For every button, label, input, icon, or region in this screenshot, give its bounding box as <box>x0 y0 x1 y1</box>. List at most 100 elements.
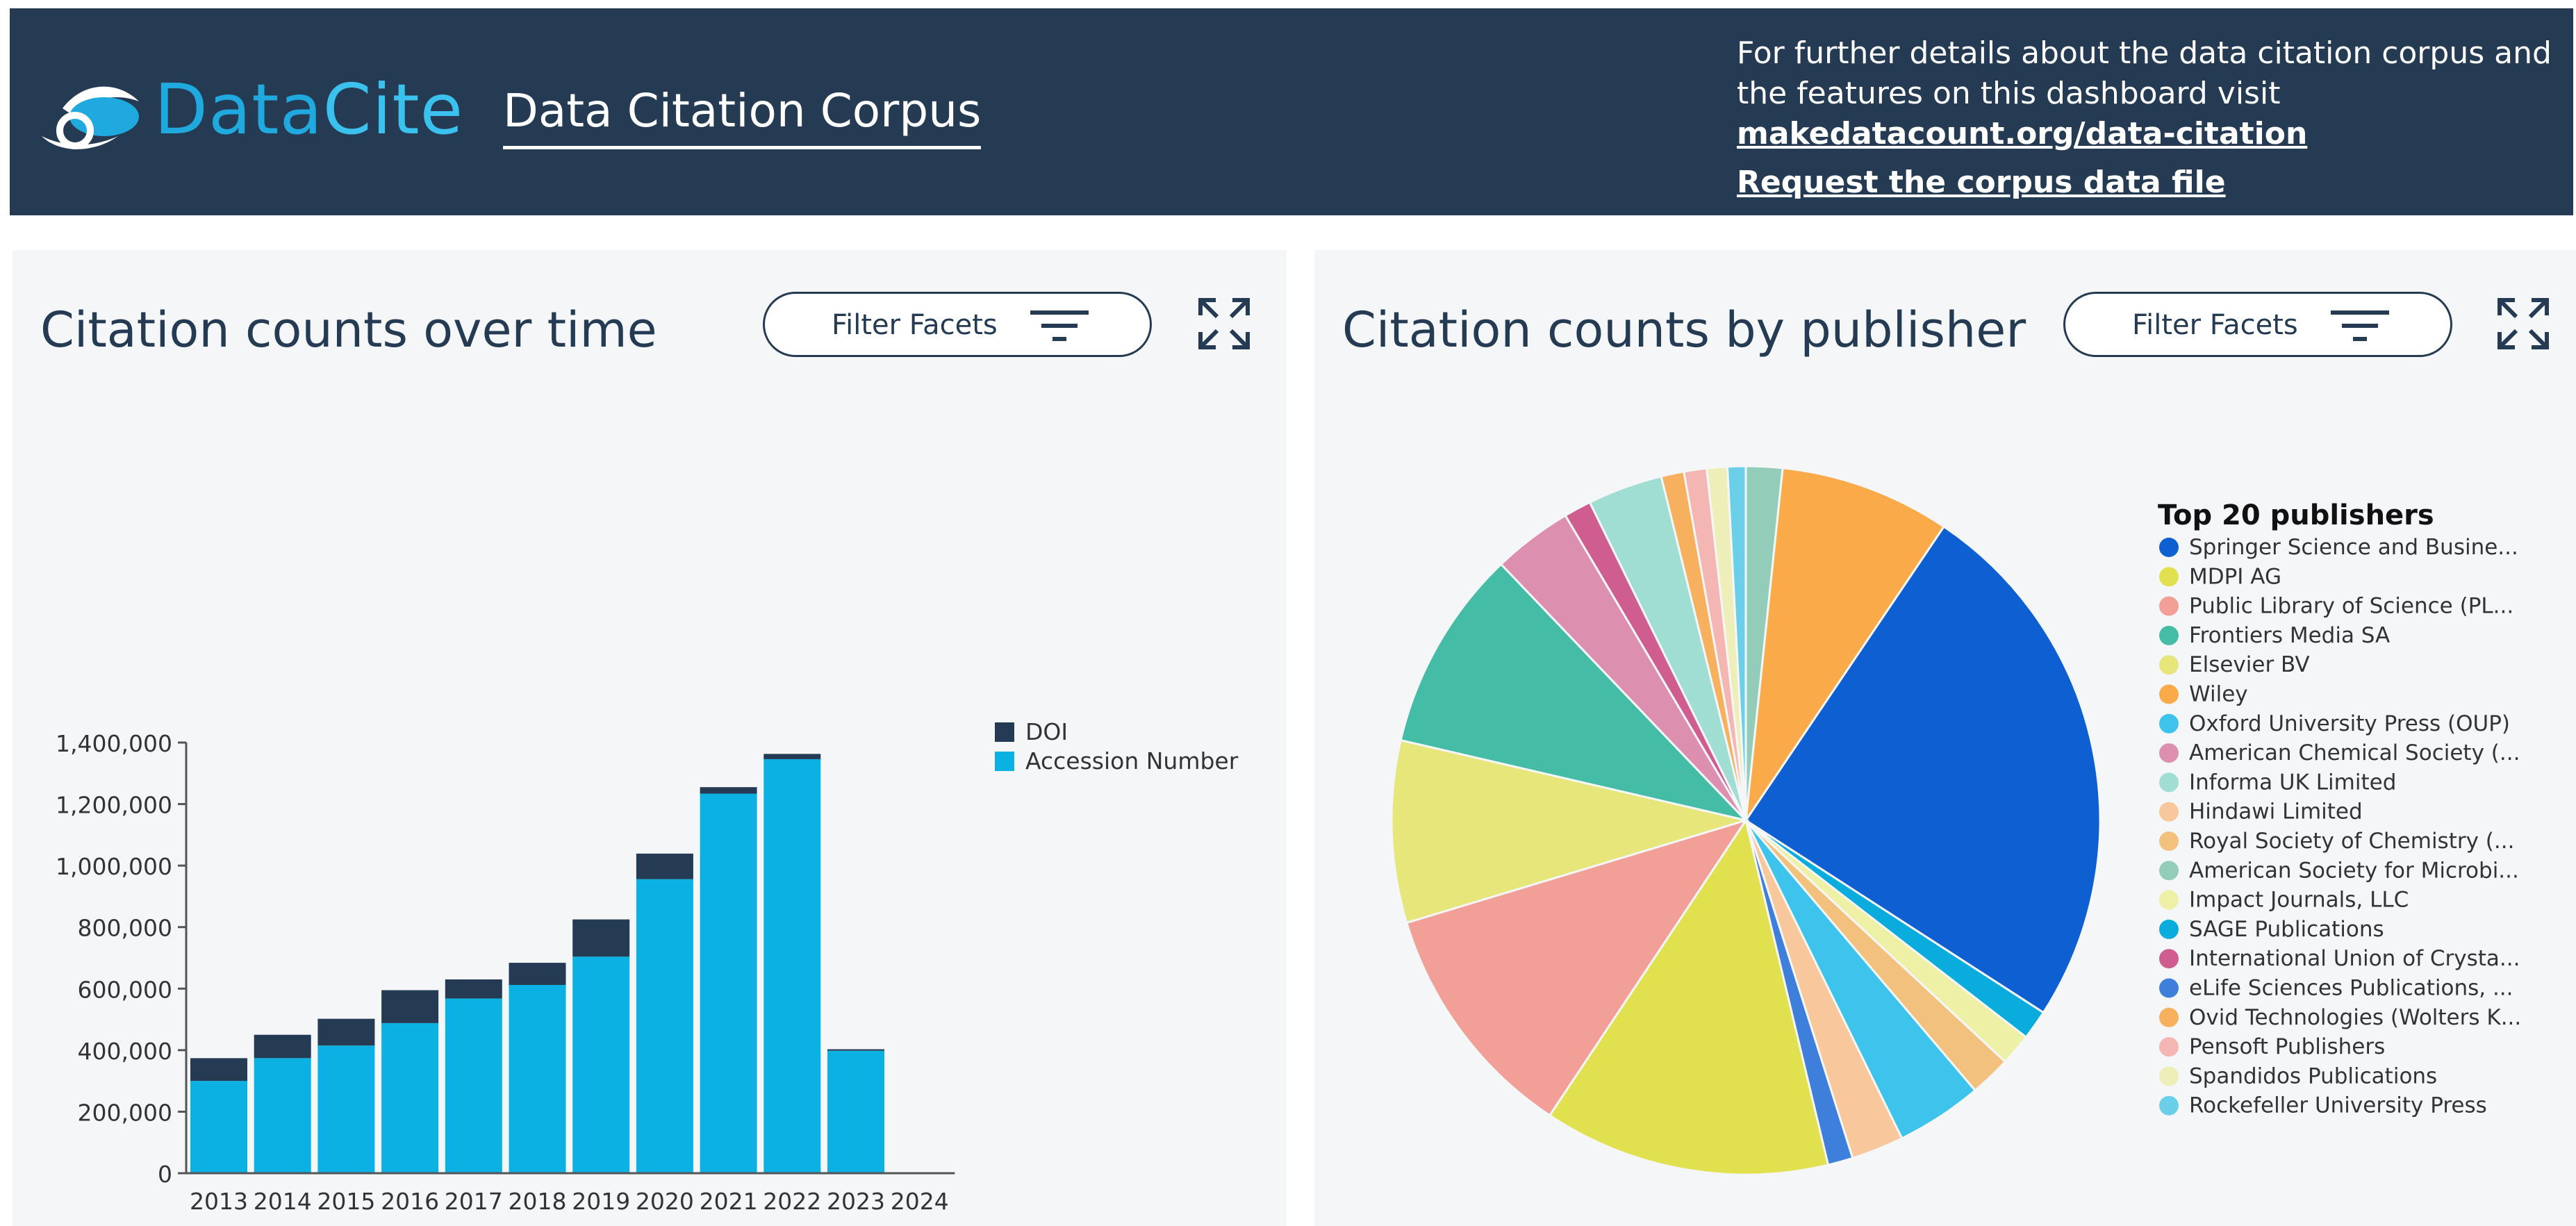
bar-doi-2022[interactable] <box>763 754 821 759</box>
bar-accession-2021[interactable] <box>700 793 757 1173</box>
legend-swatch <box>995 722 1014 742</box>
x-tick-label: 2015 <box>317 1188 375 1215</box>
datacite-wordmark[interactable]: DataCite <box>154 68 463 151</box>
info-text-body: For further details about the data citat… <box>1737 35 2552 111</box>
y-tick-label: 400,000 <box>78 1038 172 1065</box>
legend-swatch <box>2159 713 2179 734</box>
legend-swatch <box>2159 743 2179 763</box>
citations-by-publisher-panel: Citation counts by publisher Filter Face… <box>1314 250 2576 1226</box>
legend-label: MDPI AG <box>2189 564 2281 589</box>
legend-swatch <box>2159 919 2179 939</box>
filter-lines-icon <box>1030 310 1089 341</box>
legend-label: Impact Journals, LLC <box>2189 888 2409 913</box>
bar-doi-2019[interactable] <box>572 919 630 957</box>
legend-label: Elsevier BV <box>2189 652 2310 677</box>
pie-chart: Top 20 publishers Springer Science and Bu… <box>1390 465 2521 1176</box>
citations-over-time-panel: Citation counts over time Filter Facets … <box>13 250 1287 1226</box>
header-bar: DataCite Data Citation Corpus For furthe… <box>10 8 2573 215</box>
y-tick-label: 1,400,000 <box>56 730 172 757</box>
legend-swatch <box>2159 1007 2179 1027</box>
legend-swatch <box>2159 978 2179 998</box>
x-tick-label: 2021 <box>700 1188 758 1215</box>
legend-swatch <box>2159 890 2179 910</box>
legend-label: Royal Society of Chemistry (... <box>2189 829 2514 854</box>
bar-accession-2017[interactable] <box>445 998 502 1173</box>
expand-arrows-icon[interactable] <box>2495 296 2551 351</box>
bar-doi-2017[interactable] <box>445 979 502 999</box>
x-tick-label: 2020 <box>636 1188 694 1215</box>
legend-swatch <box>2159 1066 2179 1086</box>
legend-label: American Society for Microbi... <box>2189 858 2519 883</box>
bar-doi-2021[interactable] <box>700 787 757 794</box>
bar-accession-2019[interactable] <box>572 956 630 1173</box>
datacite-logo-icon[interactable] <box>35 67 146 164</box>
y-tick-label: 800,000 <box>78 915 172 942</box>
bar-accession-2023[interactable] <box>827 1050 884 1173</box>
x-tick-label: 2022 <box>763 1188 821 1215</box>
bar-accession-2020[interactable] <box>636 879 693 1173</box>
legend-swatch <box>2159 949 2179 969</box>
legend-swatch <box>2159 1037 2179 1057</box>
x-tick-label: 2017 <box>445 1188 503 1215</box>
makedatacount-link[interactable]: makedatacount.org/data-citation <box>1737 116 2307 151</box>
legend-swatch <box>2159 802 2179 822</box>
bar-accession-2015[interactable] <box>317 1045 375 1173</box>
bar-doi-2013[interactable] <box>190 1058 247 1082</box>
legend-swatch <box>2159 861 2179 881</box>
bar-doi-2018[interactable] <box>509 963 566 985</box>
legend-label: Spandidos Publications <box>2189 1063 2437 1088</box>
x-tick-label: 2023 <box>827 1188 885 1215</box>
bar-doi-2016[interactable] <box>381 990 439 1023</box>
legend-label: American Chemical Society (... <box>2189 740 2520 765</box>
legend-label: Pensoft Publishers <box>2189 1034 2385 1059</box>
x-tick-label: 2019 <box>572 1188 630 1215</box>
legend-label: Hindawi Limited <box>2189 800 2363 825</box>
legend-swatch <box>2159 567 2179 587</box>
y-tick-label: 0 <box>158 1161 172 1188</box>
legend-label: International Union of Crysta... <box>2189 946 2520 971</box>
legend-swatch <box>2159 831 2179 851</box>
info-text: For further details about the data citat… <box>1737 33 2570 154</box>
bar-doi-2015[interactable] <box>317 1018 375 1046</box>
panel-title: Citation counts over time <box>40 301 657 358</box>
bar-doi-2023[interactable] <box>827 1049 884 1051</box>
bar-accession-2013[interactable] <box>190 1081 247 1173</box>
x-tick-label: 2014 <box>254 1188 312 1215</box>
x-tick-label: 2018 <box>509 1188 567 1215</box>
legend-label: Frontiers Media SA <box>2189 623 2390 648</box>
legend-swatch <box>2159 684 2179 704</box>
filter-facets-label: Filter Facets <box>2132 309 2298 341</box>
legend-swatch <box>2159 538 2179 557</box>
legend-label: SAGE Publications <box>2189 917 2384 942</box>
brand-part-1: Data <box>154 69 323 150</box>
x-tick-label: 2016 <box>381 1188 439 1215</box>
request-corpus-link[interactable]: Request the corpus data file <box>1737 163 2226 203</box>
y-tick-label: 1,200,000 <box>56 792 172 819</box>
legend-label: Springer Science and Busine... <box>2189 535 2518 560</box>
legend-label: Oxford University Press (OUP) <box>2189 711 2510 736</box>
y-tick-label: 1,000,000 <box>56 853 172 880</box>
legend-label: DOI <box>1025 718 1068 745</box>
bar-accession-2022[interactable] <box>763 759 821 1173</box>
legend-swatch <box>2159 625 2179 645</box>
legend-title: Top 20 publishers <box>2158 499 2434 531</box>
filter-facets-label: Filter Facets <box>832 309 998 341</box>
legend-label: Rockefeller University Press <box>2189 1093 2487 1118</box>
filter-facets-button[interactable]: Filter Facets <box>2063 292 2452 357</box>
legend-swatch <box>2159 772 2179 793</box>
legend-swatch <box>2159 596 2179 616</box>
legend-label: eLife Sciences Publications, ... <box>2189 976 2513 1001</box>
app-title-link[interactable]: Data Citation Corpus <box>503 83 982 149</box>
bar-doi-2014[interactable] <box>254 1034 311 1059</box>
bar-chart: 0 200,000 400,000 600,000 800,000 1,000,000 1,… <box>56 718 1239 1215</box>
bar-accession-2014[interactable] <box>254 1058 311 1173</box>
bar-accession-2018[interactable] <box>509 984 566 1173</box>
brand-part-2: Cite <box>322 69 464 150</box>
expand-arrows-icon[interactable] <box>1196 296 1252 351</box>
filter-facets-button[interactable]: Filter Facets <box>763 292 1152 357</box>
y-tick-label: 600,000 <box>78 976 172 1003</box>
bar-doi-2020[interactable] <box>636 853 693 879</box>
x-tick-label: 2024 <box>891 1188 949 1215</box>
legend-swatch <box>2159 655 2179 675</box>
bar-accession-2016[interactable] <box>381 1022 439 1173</box>
